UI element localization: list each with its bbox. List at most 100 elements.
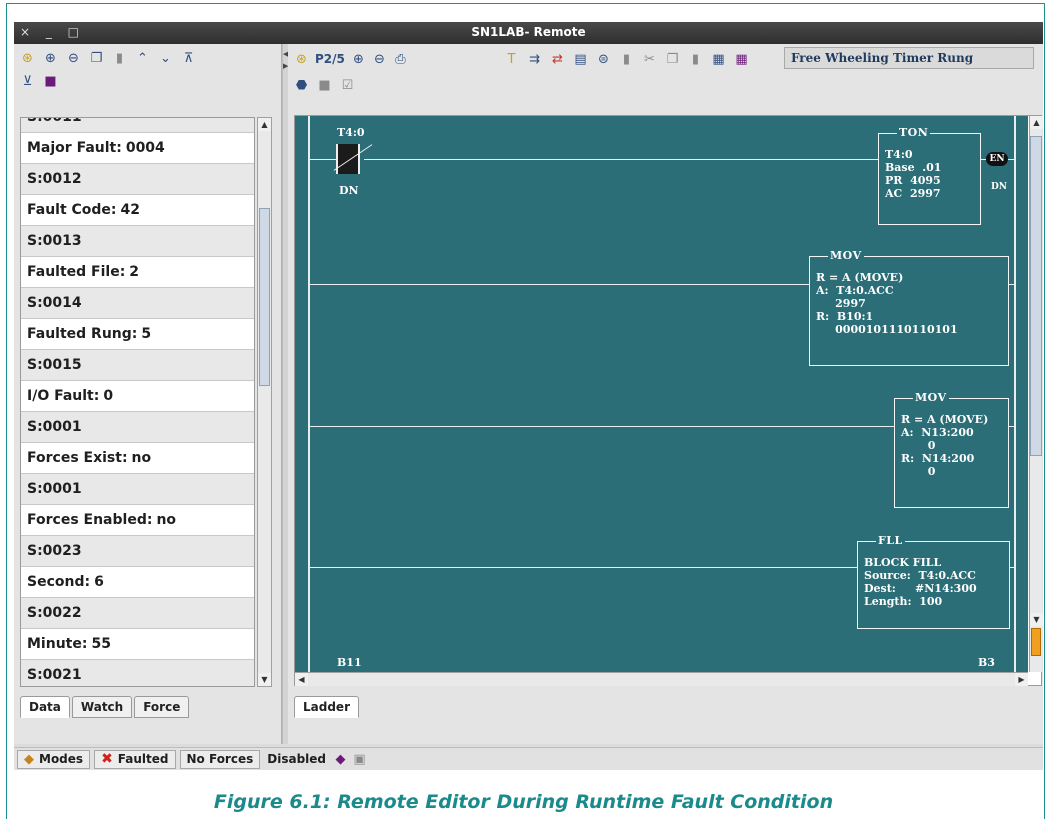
insert-branch-icon[interactable]: ⇉ — [527, 52, 542, 67]
scrollbar-thumb[interactable] — [1030, 136, 1042, 456]
paste-icon[interactable]: ▮ — [688, 52, 703, 67]
ladder-vertical-scrollbar[interactable]: ▲ ▼ — [1029, 116, 1043, 672]
data-row-value[interactable]: Major Fault: 0004 — [21, 133, 254, 164]
data-row-address[interactable]: S:0012 — [21, 164, 254, 195]
scrollbar-thumb[interactable] — [259, 208, 270, 386]
move-bottom-icon[interactable]: ⊻ — [20, 74, 35, 89]
data-row-address[interactable]: S:0015 — [21, 350, 254, 381]
data-row-address-partial[interactable]: S:0021 — [21, 660, 254, 686]
contact-slash — [333, 144, 373, 171]
page-indicator[interactable]: P2/5 — [315, 52, 345, 66]
zoom-in-icon[interactable]: ⊕ — [43, 51, 58, 66]
right-power-rail — [1014, 116, 1016, 672]
print-icon[interactable]: ⎙ — [393, 52, 408, 67]
book-icon[interactable]: ◆ — [333, 752, 348, 767]
scroll-up-icon[interactable]: ▲ — [1030, 116, 1043, 129]
copy-icon[interactable]: ❐ — [89, 51, 104, 66]
zoom-in-icon[interactable]: ⊕ — [351, 52, 366, 67]
fault-icon: ✖ — [101, 751, 113, 767]
stop-icon[interactable]: ■ — [317, 78, 332, 93]
connect-icon[interactable]: ⊛ — [294, 52, 309, 67]
disabled-indicator[interactable]: Disabled — [264, 750, 329, 769]
tab-force[interactable]: Force — [134, 696, 190, 718]
data-row-address[interactable]: S:0001 — [21, 412, 254, 443]
fll-line: Source: T4:0.ACC — [864, 569, 976, 582]
scroll-right-icon[interactable]: ▶ — [1015, 673, 1028, 686]
book-icon[interactable]: ■ — [43, 74, 58, 89]
accept-icon[interactable]: ☑ — [340, 78, 355, 93]
data-row-address[interactable]: S:0013 — [21, 226, 254, 257]
left-vertical-scrollbar[interactable]: ▲ ▼ — [257, 117, 272, 687]
scroll-down-icon[interactable]: ▼ — [1030, 613, 1043, 626]
grid-alt-icon[interactable]: ▦ — [734, 52, 749, 67]
save-icon[interactable]: ▣ — [352, 752, 367, 767]
data-row-address[interactable]: S:0001 — [21, 474, 254, 505]
fll-title: FLL — [876, 534, 905, 547]
modes-button[interactable]: ◆ Modes — [17, 749, 91, 769]
ladder-horizontal-scrollbar[interactable]: ◀ ▶ — [295, 672, 1028, 686]
data-row-address[interactable]: S:0014 — [21, 288, 254, 319]
copy-icon[interactable]: ❐ — [665, 52, 680, 67]
instruction-icon[interactable]: ▤ — [573, 52, 588, 67]
ladder-toolbar-left: ⊛ P2/5 ⊕ ⊖ ⎙ — [294, 48, 408, 70]
data-row-value[interactable]: Fault Code: 42 — [21, 195, 254, 226]
data-row-value[interactable]: Minute: 55 — [21, 629, 254, 660]
forces-indicator[interactable]: No Forces — [179, 749, 261, 769]
ladder-diagram[interactable]: T4:0 DN TON T4:0 Base .01 PR 4095 AC 299… — [295, 116, 1028, 672]
tab-data[interactable]: Data — [20, 696, 70, 718]
modes-icon: ◆ — [24, 751, 34, 767]
examine-off-contact[interactable] — [333, 144, 373, 174]
rung-3-wire — [309, 426, 894, 427]
data-row-address[interactable]: S:0011 — [21, 118, 254, 133]
left-toolbar-row-1: ⊛ ⊕ ⊖ ❐ ▮ ⌃ ⌄ ⊼ — [20, 47, 196, 69]
data-row-value[interactable]: Faulted Rung: 5 — [21, 319, 254, 350]
mov-line: R = A (MOVE) — [816, 271, 904, 284]
ladder-toolbar-row-2: ⬣ ■ ☑ — [294, 74, 355, 96]
grid-icon[interactable]: ▦ — [711, 52, 726, 67]
verify-icon[interactable]: ⬣ — [294, 78, 309, 93]
rung-2-wire-right — [1009, 284, 1014, 285]
faulted-indicator[interactable]: ✖ Faulted — [94, 749, 176, 769]
rung-1-wire — [309, 159, 336, 160]
window-title-bar: × _ □ SN1LAB- Remote — [14, 22, 1043, 44]
delete-icon[interactable]: ▮ — [112, 51, 127, 66]
connect-icon[interactable]: ⊛ — [20, 51, 35, 66]
toggle-icon[interactable]: ⊜ — [596, 52, 611, 67]
mov-instruction-box-2[interactable]: MOV R = A (MOVE) A: N13:200 0 R: N14:200… — [894, 391, 1009, 508]
mov-line: 2997 — [816, 297, 866, 310]
mov-title: MOV — [913, 391, 949, 404]
zoom-out-icon[interactable]: ⊖ — [66, 51, 81, 66]
mov-line: R: N14:200 — [901, 452, 975, 465]
scroll-marker[interactable] — [1031, 628, 1041, 656]
move-down-icon[interactable]: ⌄ — [158, 51, 173, 66]
cut-icon[interactable]: ✂ — [642, 52, 657, 67]
ton-instruction-box[interactable]: TON T4:0 Base .01 PR 4095 AC 2997 — [878, 126, 981, 225]
move-up-icon[interactable]: ⌃ — [135, 51, 150, 66]
modes-label: Modes — [39, 752, 84, 766]
trash-icon[interactable]: ▮ — [619, 52, 634, 67]
data-row-value[interactable]: Faulted File: 2 — [21, 257, 254, 288]
move-top-icon[interactable]: ⊼ — [181, 51, 196, 66]
data-row-value[interactable]: Forces Exist: no — [21, 443, 254, 474]
mov-instruction-box-1[interactable]: MOV R = A (MOVE) A: T4:0.ACC 2997 R: B10… — [809, 249, 1009, 366]
data-row-address[interactable]: S:0023 — [21, 536, 254, 567]
rung-2-wire — [309, 284, 809, 285]
scroll-left-icon[interactable]: ◀ — [295, 673, 308, 686]
mov-line: R = A (MOVE) — [901, 413, 989, 426]
rung-name: Free Wheeling Timer Rung — [784, 47, 1034, 69]
branch-icon[interactable]: ⇄ — [550, 52, 565, 67]
data-row-value[interactable]: Second: 6 — [21, 567, 254, 598]
tab-watch[interactable]: Watch — [71, 696, 133, 718]
scroll-up-icon[interactable]: ▲ — [258, 118, 271, 131]
zoom-out-icon[interactable]: ⊖ — [372, 52, 387, 67]
fll-line: Dest: #N14:300 — [864, 582, 977, 595]
ladder-toolbar-edit: T ⇉ ⇄ ▤ ⊜ ▮ ✂ ❐ ▮ ▦ ▦ — [504, 48, 749, 70]
insert-rung-icon[interactable]: T — [504, 52, 519, 67]
scroll-down-icon[interactable]: ▼ — [258, 673, 271, 686]
data-row-address[interactable]: S:0022 — [21, 598, 254, 629]
data-row-value[interactable]: Forces Enabled: no — [21, 505, 254, 536]
tab-ladder[interactable]: Ladder — [294, 696, 359, 718]
fll-instruction-box[interactable]: FLL BLOCK FILL Source: T4:0.ACC Dest: #N… — [857, 534, 1010, 629]
rung-3-wire-right — [1009, 426, 1014, 427]
data-row-value[interactable]: I/O Fault: 0 — [21, 381, 254, 412]
